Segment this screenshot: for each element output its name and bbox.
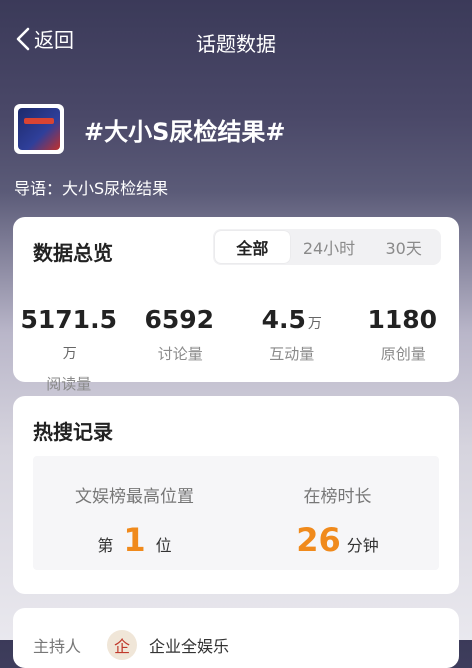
page-title: 话题数据 [196, 32, 276, 56]
overview-title: 数据总览 [33, 241, 113, 265]
stat-original: 1180 原创量 [348, 305, 460, 394]
stat-read-label: 阅读量 [46, 375, 92, 393]
stat-read: 5171.5 万 阅读量 [13, 305, 125, 394]
best-position-value: 1 [123, 521, 146, 559]
stat-interact-value: 4.5 [261, 305, 306, 334]
stat-read-unit: 万 [62, 346, 77, 362]
host-row[interactable]: 主持人 企 企业全娱乐 [33, 630, 229, 660]
best-position-suffix: 位 [155, 536, 172, 555]
hot-search-title: 热搜记录 [33, 420, 113, 444]
topic-guide: 导语：大小S尿检结果 [14, 179, 169, 198]
stat-discuss-value: 6592 [144, 305, 215, 334]
host-card: 主持人 企 企业全娱乐 [13, 608, 459, 668]
stat-interact-label: 互动量 [269, 345, 315, 363]
tab-all[interactable]: 全部 [215, 231, 290, 263]
host-name[interactable]: 企业全娱乐 [149, 633, 229, 657]
topic-name: #大小S尿检结果# [84, 117, 286, 146]
topic-thumbnail [14, 104, 64, 154]
overview-card: 数据总览 全部 24小时 30天 5171.5 万 阅读量 6592 讨论量 4.… [13, 217, 459, 393]
stat-interact: 4.5 万 互动量 [236, 305, 348, 394]
topic-header: #大小S尿检结果# [14, 104, 286, 154]
stat-discuss-label: 讨论量 [157, 345, 203, 363]
hot-search-stats: 文娱榜最高位置 第 1 位 在榜时长 26 分钟 [33, 456, 439, 570]
top-bar: 返回 话题数据 [0, 0, 472, 80]
host-avatar[interactable]: 企 [107, 630, 138, 660]
stat-discuss: 6592 讨论量 [125, 305, 237, 394]
on-list-duration: 在榜时长 26 分钟 [236, 456, 439, 570]
hot-search-card: 热搜记录 文娱榜最高位置 第 1 位 在榜时长 26 分钟 [13, 396, 459, 594]
stat-interact-unit: 万 [307, 316, 322, 332]
stat-original-label: 原创量 [380, 345, 426, 363]
stat-read-value: 5171.5 [20, 305, 117, 334]
time-range-tabs: 全部 24小时 30天 [213, 229, 441, 265]
tab-24h[interactable]: 24小时 [292, 229, 367, 265]
best-position: 文娱榜最高位置 第 1 位 [33, 456, 236, 570]
stat-original-value: 1180 [367, 305, 438, 334]
stats-row: 5171.5万 阅读量 6592 讨论量 4.5 万 互动量 1180 原创量 [13, 305, 459, 394]
duration-label: 在榜时长 [303, 487, 372, 507]
duration-suffix: 分钟 [346, 536, 379, 555]
host-label: 主持人 [33, 637, 82, 656]
best-position-label: 文娱榜最高位置 [75, 487, 194, 507]
best-position-prefix: 第 [97, 536, 114, 555]
tab-30d[interactable]: 30天 [366, 229, 441, 265]
duration-value: 26 [296, 521, 341, 559]
